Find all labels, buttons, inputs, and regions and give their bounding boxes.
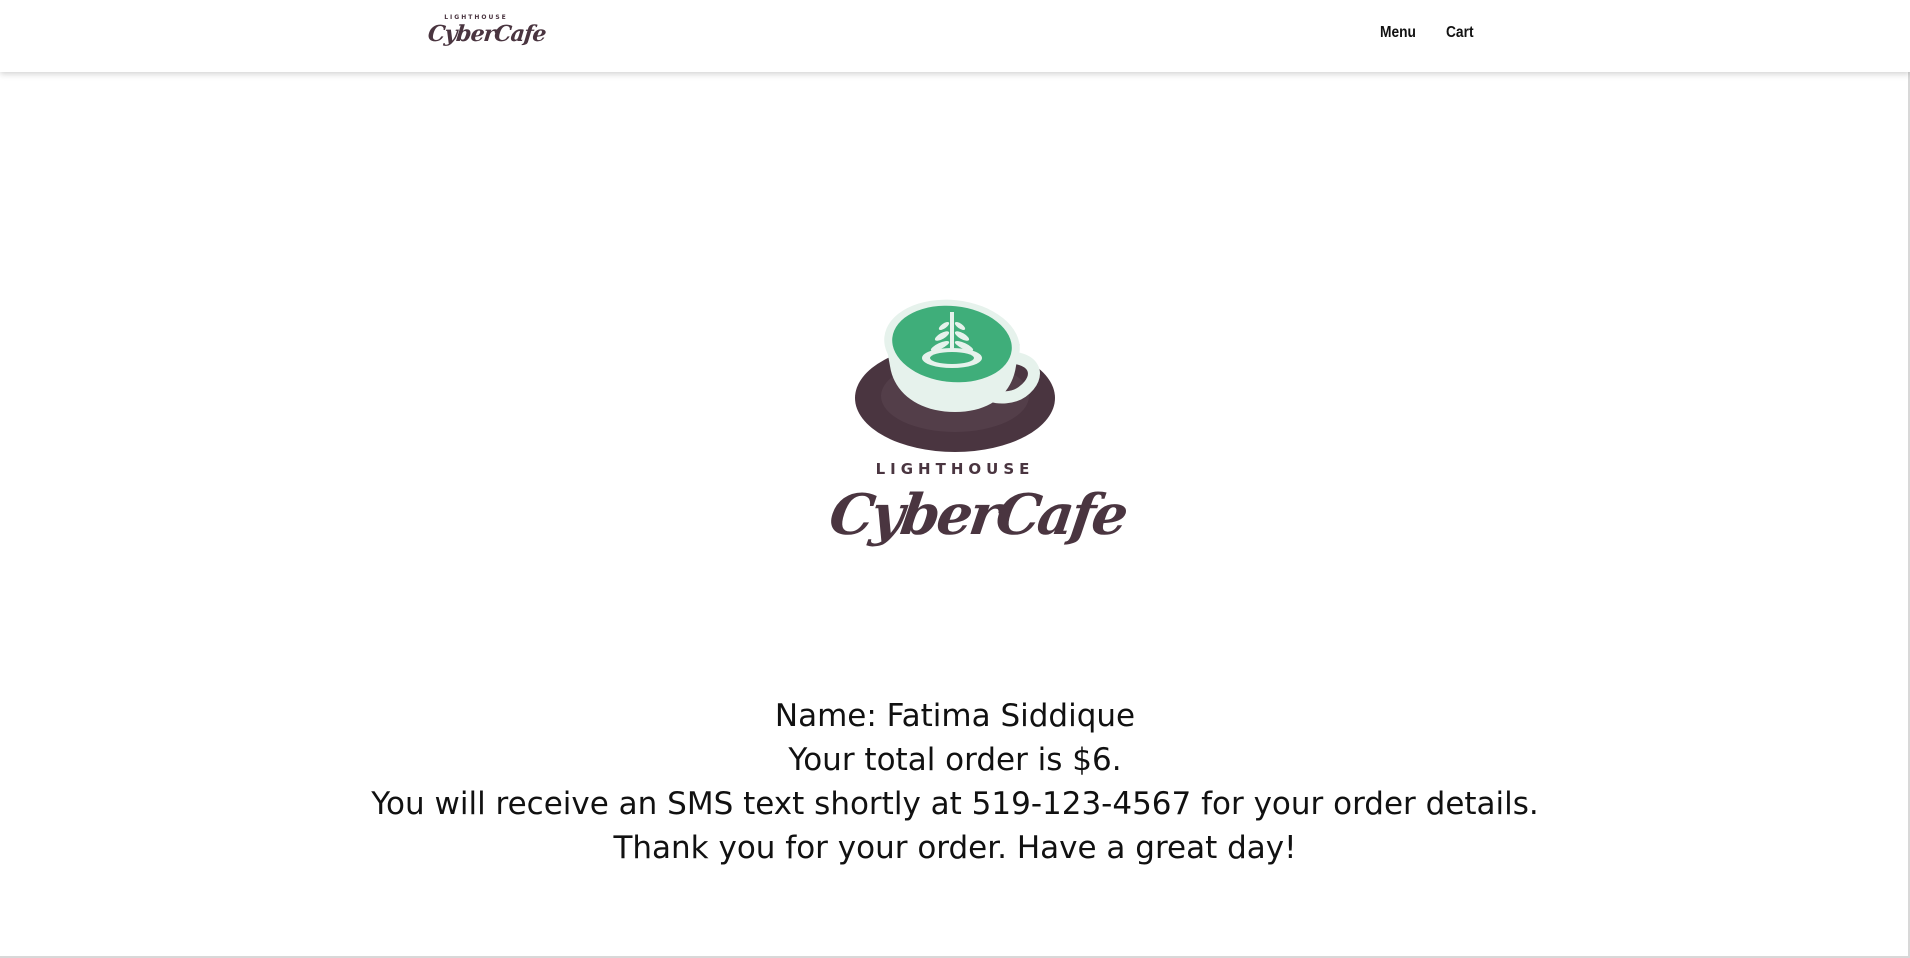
- order-confirmation-page: LIGHTHOUSE CyberCafe Menu Cart LIGHTHOUS…: [0, 0, 1910, 958]
- nav-link-menu[interactable]: Menu: [1380, 24, 1416, 42]
- customer-name-line: Name: Fatima Siddique: [774, 698, 1136, 734]
- nav-links: Menu Cart: [1380, 24, 1478, 42]
- thank-you-line: Thank you for your order. Have a great d…: [613, 830, 1297, 866]
- order-confirmation-message: Name: Fatima Siddique Your total order i…: [0, 694, 1910, 870]
- nav-logo-script-text: CyberCafe: [426, 21, 547, 47]
- navbar: LIGHTHOUSE CyberCafe Menu Cart: [0, 0, 1910, 72]
- nav-logo-link[interactable]: LIGHTHOUSE CyberCafe: [426, 10, 547, 58]
- hero-logo-script-text: CyberCafe: [825, 482, 1130, 548]
- nav-logo-top-text: LIGHTHOUSE: [444, 14, 508, 21]
- hero-logo-top-text: LIGHTHOUSE: [875, 460, 1035, 478]
- nav-link-cart[interactable]: Cart: [1446, 24, 1474, 42]
- latte-cup-icon: [855, 299, 1055, 452]
- sms-notice-line: You will receive an SMS text shortly at …: [371, 786, 1539, 822]
- order-total-line: Your total order is $6.: [788, 742, 1122, 778]
- hero-logo: LIGHTHOUSE CyberCafe: [825, 296, 1130, 578]
